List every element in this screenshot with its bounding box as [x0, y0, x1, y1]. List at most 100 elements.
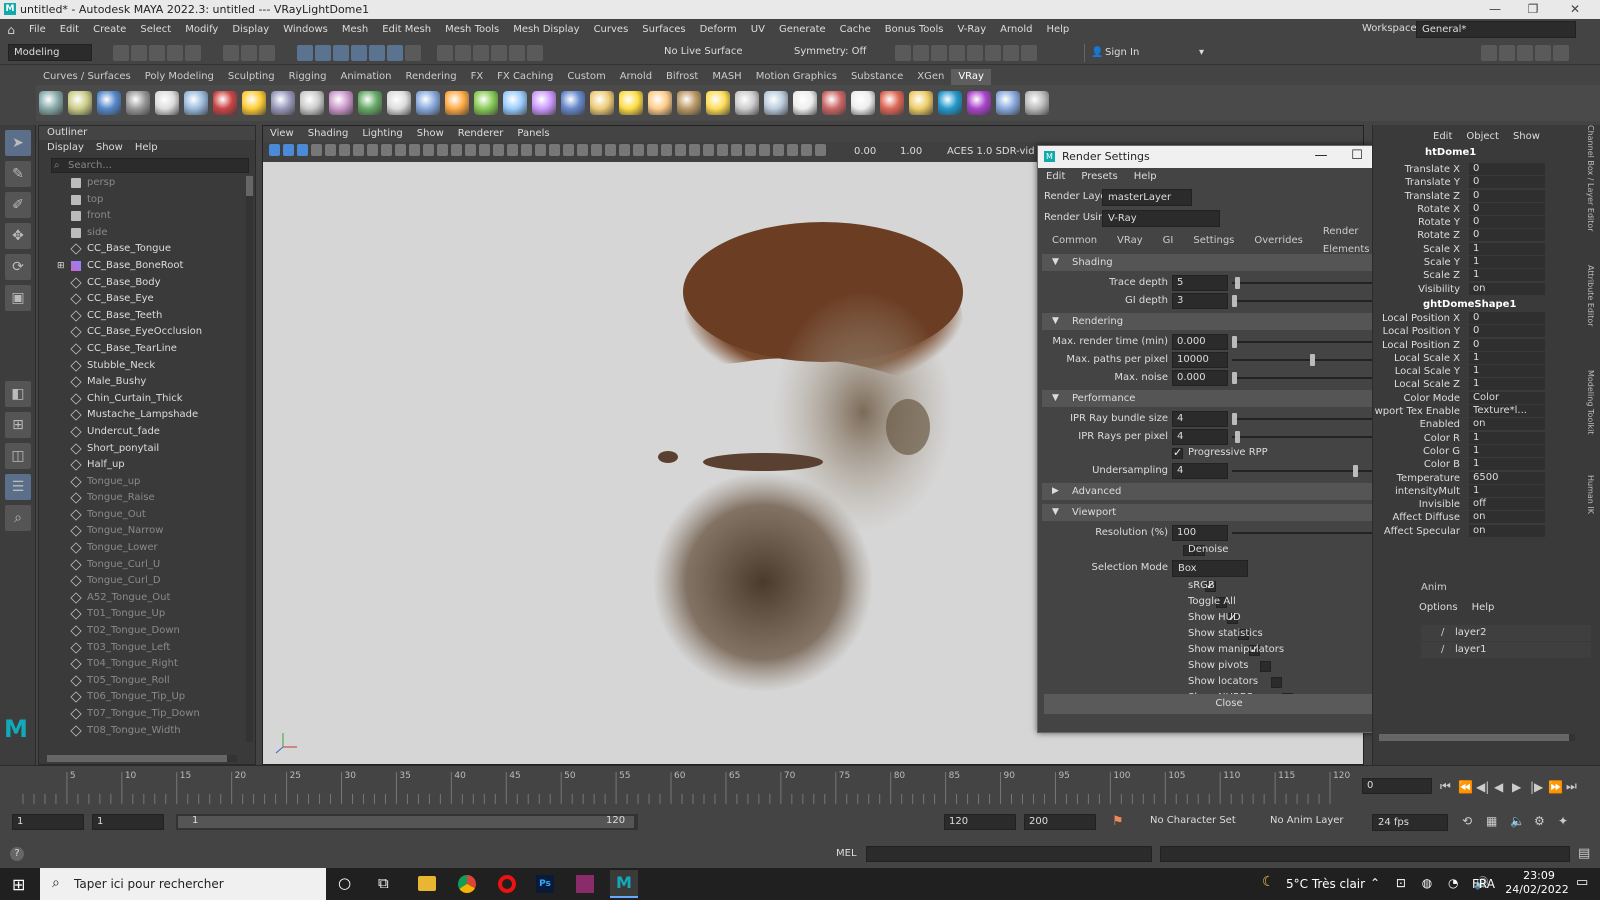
max-paths-field[interactable]: 10000: [1172, 352, 1228, 368]
viewport-menu-show[interactable]: Show: [410, 126, 451, 142]
shelf-tool-33-icon[interactable]: [967, 91, 991, 115]
undersampling-slider[interactable]: [1232, 470, 1392, 472]
viewport-tool-23-icon[interactable]: [577, 144, 588, 156]
viewport-menu-renderer[interactable]: Renderer: [451, 126, 511, 142]
start-time-field[interactable]: 1: [12, 814, 84, 830]
close-dialog-button[interactable]: Close: [1044, 694, 1414, 714]
attribute-editor-toggle-icon[interactable]: [1499, 45, 1515, 61]
workspace-select[interactable]: General*: [1416, 21, 1576, 38]
shelf-tab-poly-modeling[interactable]: Poly Modeling: [138, 69, 221, 85]
channel-attr-value[interactable]: 1: [1469, 351, 1545, 364]
viewport-tool-29-icon[interactable]: [661, 144, 672, 156]
shelf-tool-31-icon[interactable]: [909, 91, 933, 115]
channel-attr[interactable]: Visibility on: [1373, 282, 1600, 296]
render-layer-select[interactable]: masterLayer: [1102, 189, 1192, 206]
viewport-tool-39-icon[interactable]: [801, 144, 812, 156]
search-tool-icon[interactable]: ⌕: [5, 505, 31, 531]
channel-attr[interactable]: Local Position Z 0: [1373, 338, 1600, 352]
channel-attr-value[interactable]: 0: [1469, 338, 1545, 351]
channel-attr[interactable]: wport Tex Enable Texture*l...: [1373, 405, 1600, 418]
layer-menu-options[interactable]: Options: [1419, 602, 1458, 613]
maya-taskbar-icon[interactable]: M: [610, 870, 638, 898]
channel-attr[interactable]: Local Scale X 1: [1373, 351, 1600, 365]
channel-attr[interactable]: Local Position X 0: [1373, 311, 1600, 325]
shelf-tab-motion-graphics[interactable]: Motion Graphics: [749, 69, 844, 85]
outliner-menu-show[interactable]: Show: [96, 140, 123, 156]
section-advanced[interactable]: ▶ Advanced: [1042, 483, 1392, 500]
menu-help[interactable]: Help: [1039, 19, 1076, 41]
rotate-tool-icon[interactable]: ⟳: [5, 254, 31, 280]
snap-grid-icon[interactable]: [297, 45, 313, 61]
select-tool-icon[interactable]: ➤: [5, 130, 31, 156]
viewport-tool-17-icon[interactable]: [493, 144, 504, 156]
render-settings-icon[interactable]: [949, 45, 965, 61]
outliner-item[interactable]: CC_Base_EyeOcclusion: [39, 324, 255, 341]
outliner-item[interactable]: Tongue_Curl_U: [39, 557, 255, 574]
help-icon[interactable]: ?: [10, 847, 24, 861]
outliner-item[interactable]: side: [39, 225, 255, 242]
menu-mesh[interactable]: Mesh: [335, 19, 375, 41]
channel-attr-value[interactable]: 1: [1469, 444, 1545, 457]
outliner-item[interactable]: T06_Tongue_Tip_Up: [39, 689, 255, 706]
outliner-item[interactable]: Tongue_Out: [39, 507, 255, 524]
shelf-tab-substance[interactable]: Substance: [844, 69, 910, 85]
viewport-tool-32-icon[interactable]: [703, 144, 714, 156]
side-tab-human-ik[interactable]: Human IK: [1586, 475, 1595, 570]
lock-icon[interactable]: [405, 45, 421, 61]
fps-select[interactable]: 24 fps: [1372, 814, 1448, 831]
outliner-item[interactable]: T07_Tongue_Tip_Down: [39, 706, 255, 723]
loop-icon[interactable]: ⟲: [1462, 814, 1486, 828]
shelf-tool-23-icon[interactable]: [677, 91, 701, 115]
channel-attr-value[interactable]: 1: [1469, 242, 1545, 255]
snap-plane-icon[interactable]: [351, 45, 367, 61]
outliner-search-input[interactable]: ⌕ Search...: [51, 158, 249, 173]
channel-attr[interactable]: Local Scale Z 1: [1373, 378, 1600, 391]
trace-depth-slider[interactable]: [1232, 282, 1392, 284]
shelf-tool-19-icon[interactable]: [561, 91, 585, 115]
shelf-tool-16-icon[interactable]: [474, 91, 498, 115]
viewport-tool-3-icon[interactable]: [297, 144, 308, 156]
channel-attr-value[interactable]: Texture*l...: [1469, 405, 1545, 418]
viewport-tool-26-icon[interactable]: [619, 144, 630, 156]
scale-tool-icon[interactable]: ▣: [5, 285, 31, 311]
outliner-item[interactable]: Chin_Curtain_Thick: [39, 391, 255, 408]
channel-attr[interactable]: Local Position Y 0: [1373, 325, 1600, 338]
channel-attr-value[interactable]: 0: [1469, 216, 1545, 229]
outliner-item[interactable]: Undercut_fade: [39, 424, 255, 441]
channel-attr-value[interactable]: on: [1469, 524, 1545, 537]
script-language-label[interactable]: MEL: [836, 848, 857, 859]
max-render-time-field[interactable]: 0.000: [1172, 334, 1228, 350]
channel-attr[interactable]: Enabled on: [1373, 418, 1600, 431]
viewport-tool-20-icon[interactable]: [535, 144, 546, 156]
side-tab-channel-box-layer-editor[interactable]: Channel Box / Layer Editor: [1586, 125, 1595, 255]
play-back-icon[interactable]: ◀: [1494, 780, 1512, 794]
step-forward-frame-icon[interactable]: |▶: [1530, 780, 1548, 794]
step-back-frame-icon[interactable]: ◀|: [1476, 780, 1494, 794]
close-window-button[interactable]: ✕: [1560, 0, 1590, 19]
shelf-tab-rigging[interactable]: Rigging: [282, 69, 334, 85]
channel-attr-value[interactable]: 1: [1469, 431, 1545, 444]
viewport-tool-30-icon[interactable]: [675, 144, 686, 156]
outliner-item[interactable]: Stubble_Neck: [39, 358, 255, 375]
max-noise-slider[interactable]: [1232, 377, 1392, 379]
shelf-tool-20-icon[interactable]: [590, 91, 614, 115]
shelf-tool-27-icon[interactable]: [793, 91, 817, 115]
menu-v-ray[interactable]: V-Ray: [950, 19, 993, 41]
clock-date[interactable]: 24/02/2022: [1502, 883, 1572, 896]
channel-attr[interactable]: Affect Diffuse on: [1373, 511, 1600, 524]
shelf-tab-curves-surfaces[interactable]: Curves / Surfaces: [36, 69, 138, 85]
shelf-tab-vray[interactable]: VRay: [951, 69, 991, 85]
rs-tab-gi[interactable]: GI: [1153, 232, 1184, 250]
outliner-item[interactable]: CC_Base_Teeth: [39, 308, 255, 325]
channel-attr[interactable]: Color G 1: [1373, 444, 1600, 458]
viewport-tool-19-icon[interactable]: [521, 144, 532, 156]
shelf-tab-rendering[interactable]: Rendering: [398, 69, 463, 85]
render-using-select[interactable]: V-Ray: [1102, 210, 1220, 227]
shelf-tool-18-icon[interactable]: [532, 91, 556, 115]
viewport-tool-33-icon[interactable]: [717, 144, 728, 156]
channel-attr-value[interactable]: 0: [1469, 229, 1545, 242]
progressive-rpp-checkbox[interactable]: [1172, 446, 1183, 459]
range-slider[interactable]: 1 120: [176, 814, 638, 830]
channel-attr-value[interactable]: on: [1469, 282, 1545, 295]
notification-icon[interactable]: ▭: [1576, 875, 1588, 890]
